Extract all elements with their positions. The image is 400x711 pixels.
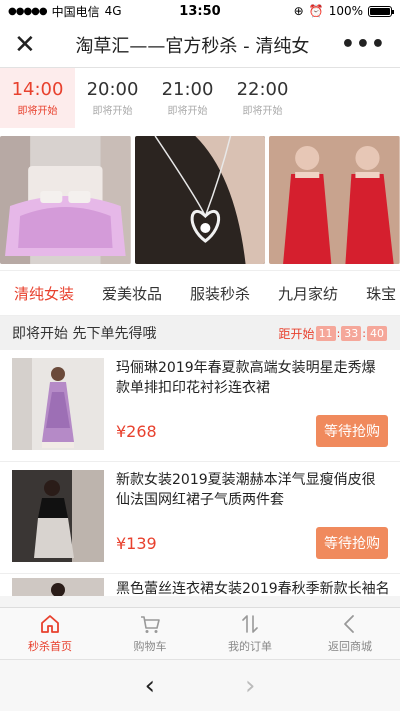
countdown-label: 距开始 xyxy=(278,326,315,341)
tab-label: 购物车 xyxy=(133,640,167,653)
product-name[interactable]: 玛俪琳2019年春夏款高端女装明星走秀爆款单排扣印花衬衫连衣裙 xyxy=(116,358,388,398)
time-slot-tabs: 14:00 即将开始 20:00 即将开始 21:00 即将开始 22:00 即… xyxy=(0,68,400,128)
battery-icon xyxy=(368,5,394,17)
time-slot-status: 即将开始 xyxy=(242,106,283,117)
network-type: 4G xyxy=(104,4,122,18)
bottom-tab-bar: 秒杀首页 购物车 我的订单 返回商城 xyxy=(0,607,400,659)
category-tab-cosmetics[interactable]: 爱美妆品 xyxy=(88,271,176,315)
tab-cart[interactable]: 购物车 xyxy=(100,608,200,659)
wait-to-buy-button[interactable]: 等待抢购 xyxy=(316,415,388,447)
battery-percent: 100% xyxy=(328,4,363,18)
countdown-timer: 距开始 11: 33: 40 xyxy=(279,325,388,342)
close-icon[interactable]: ✕ xyxy=(14,30,44,60)
banner-bedding[interactable] xyxy=(0,136,131,264)
notice-message: 即将开始 先下单先得哦 xyxy=(12,326,157,342)
tab-label: 返回商城 xyxy=(328,640,372,653)
product-name[interactable]: 新款女装2019夏装潮赫本洋气显瘦俏皮很仙法国网红裙子气质两件套 xyxy=(116,470,388,510)
tab-flash-sale-home[interactable]: 秒杀首页 xyxy=(0,608,100,659)
product-item[interactable]: 玛俪琳2019年春夏款高端女装明星走秀爆款单排扣印花衬衫连衣裙 ¥268 等待抢… xyxy=(0,350,400,462)
banner-row xyxy=(0,128,400,270)
product-item[interactable]: 黑色蕾丝连衣裙女装2019春秋季新款长袖名 xyxy=(0,574,400,596)
navigation-bar: ✕ 淘草汇——官方秒杀 - 清纯女 ••• xyxy=(0,22,400,68)
banner-lingerie[interactable] xyxy=(269,136,400,264)
product-image[interactable] xyxy=(12,358,104,450)
category-tab-home-textiles[interactable]: 九月家纺 xyxy=(264,271,352,315)
alarm-icon: ⏰ xyxy=(308,4,324,18)
product-image[interactable] xyxy=(12,470,104,562)
more-menu-icon[interactable]: ••• xyxy=(341,32,386,57)
wait-to-buy-button[interactable]: 等待抢购 xyxy=(316,527,388,559)
back-icon xyxy=(339,613,361,635)
countdown-bar: 即将开始 先下单先得哦 距开始 11: 33: 40 xyxy=(0,316,400,350)
product-item[interactable]: 新款女装2019夏装潮赫本洋气显瘦俏皮很仙法国网红裙子气质两件套 ¥139 等待… xyxy=(0,462,400,574)
category-tab-clothing-sale[interactable]: 服装秒杀 xyxy=(176,271,264,315)
tab-return-to-mall[interactable]: 返回商城 xyxy=(300,608,400,659)
tab-label: 我的订单 xyxy=(228,640,272,653)
time-slot-time: 21:00 xyxy=(161,79,214,100)
product-name[interactable]: 黑色蕾丝连衣裙女装2019春秋季新款长袖名 xyxy=(104,578,388,596)
countdown-minutes: 33 xyxy=(341,325,362,341)
time-slot-2100[interactable]: 21:00 即将开始 xyxy=(150,68,225,128)
page-title: 淘草汇——官方秒杀 - 清纯女 xyxy=(75,35,310,57)
tab-label: 秒杀首页 xyxy=(28,640,72,653)
category-tab-jewelry[interactable]: 珠宝 xyxy=(352,271,400,315)
countdown-seconds: 40 xyxy=(367,325,387,341)
time-slot-2000[interactable]: 20:00 即将开始 xyxy=(75,68,150,128)
time-slot-status: 即将开始 xyxy=(167,106,208,117)
time-slot-time: 20:00 xyxy=(86,79,139,100)
category-tab-womens-clothing[interactable]: 清纯女装 xyxy=(0,271,88,315)
signal-icon: ●●●●● xyxy=(8,5,48,17)
product-image[interactable] xyxy=(12,578,104,596)
countdown-hours: 11 xyxy=(315,325,336,341)
product-price: ¥268 xyxy=(116,421,157,441)
home-icon xyxy=(39,613,61,635)
time-slot-time: 14:00 xyxy=(11,79,64,100)
status-bar: ●●●●● 中国电信 4G 13:50 ⊕ ⏰ 100% xyxy=(0,0,400,22)
product-price: ¥139 xyxy=(116,533,157,553)
time-slot-time: 22:00 xyxy=(236,79,289,100)
carrier-name: 中国电信 xyxy=(51,4,100,19)
tab-my-orders[interactable]: 我的订单 xyxy=(200,608,300,659)
time-slot-2200[interactable]: 22:00 即将开始 xyxy=(225,68,300,128)
orders-icon xyxy=(239,613,261,635)
time-slot-status: 即将开始 xyxy=(92,106,133,117)
browser-back-icon[interactable]: ‹ xyxy=(145,671,155,701)
banner-necklace[interactable] xyxy=(134,136,266,264)
cart-icon xyxy=(139,613,161,635)
time-slot-1400[interactable]: 14:00 即将开始 xyxy=(0,68,75,128)
time-slot-status: 即将开始 xyxy=(17,106,58,117)
browser-nav-bar: ‹ › xyxy=(0,659,400,711)
lock-rotation-icon: ⊕ xyxy=(293,4,304,18)
browser-forward-icon[interactable]: › xyxy=(245,671,255,701)
category-tabs: 清纯女装 爱美妆品 服装秒杀 九月家纺 珠宝 xyxy=(0,270,400,316)
